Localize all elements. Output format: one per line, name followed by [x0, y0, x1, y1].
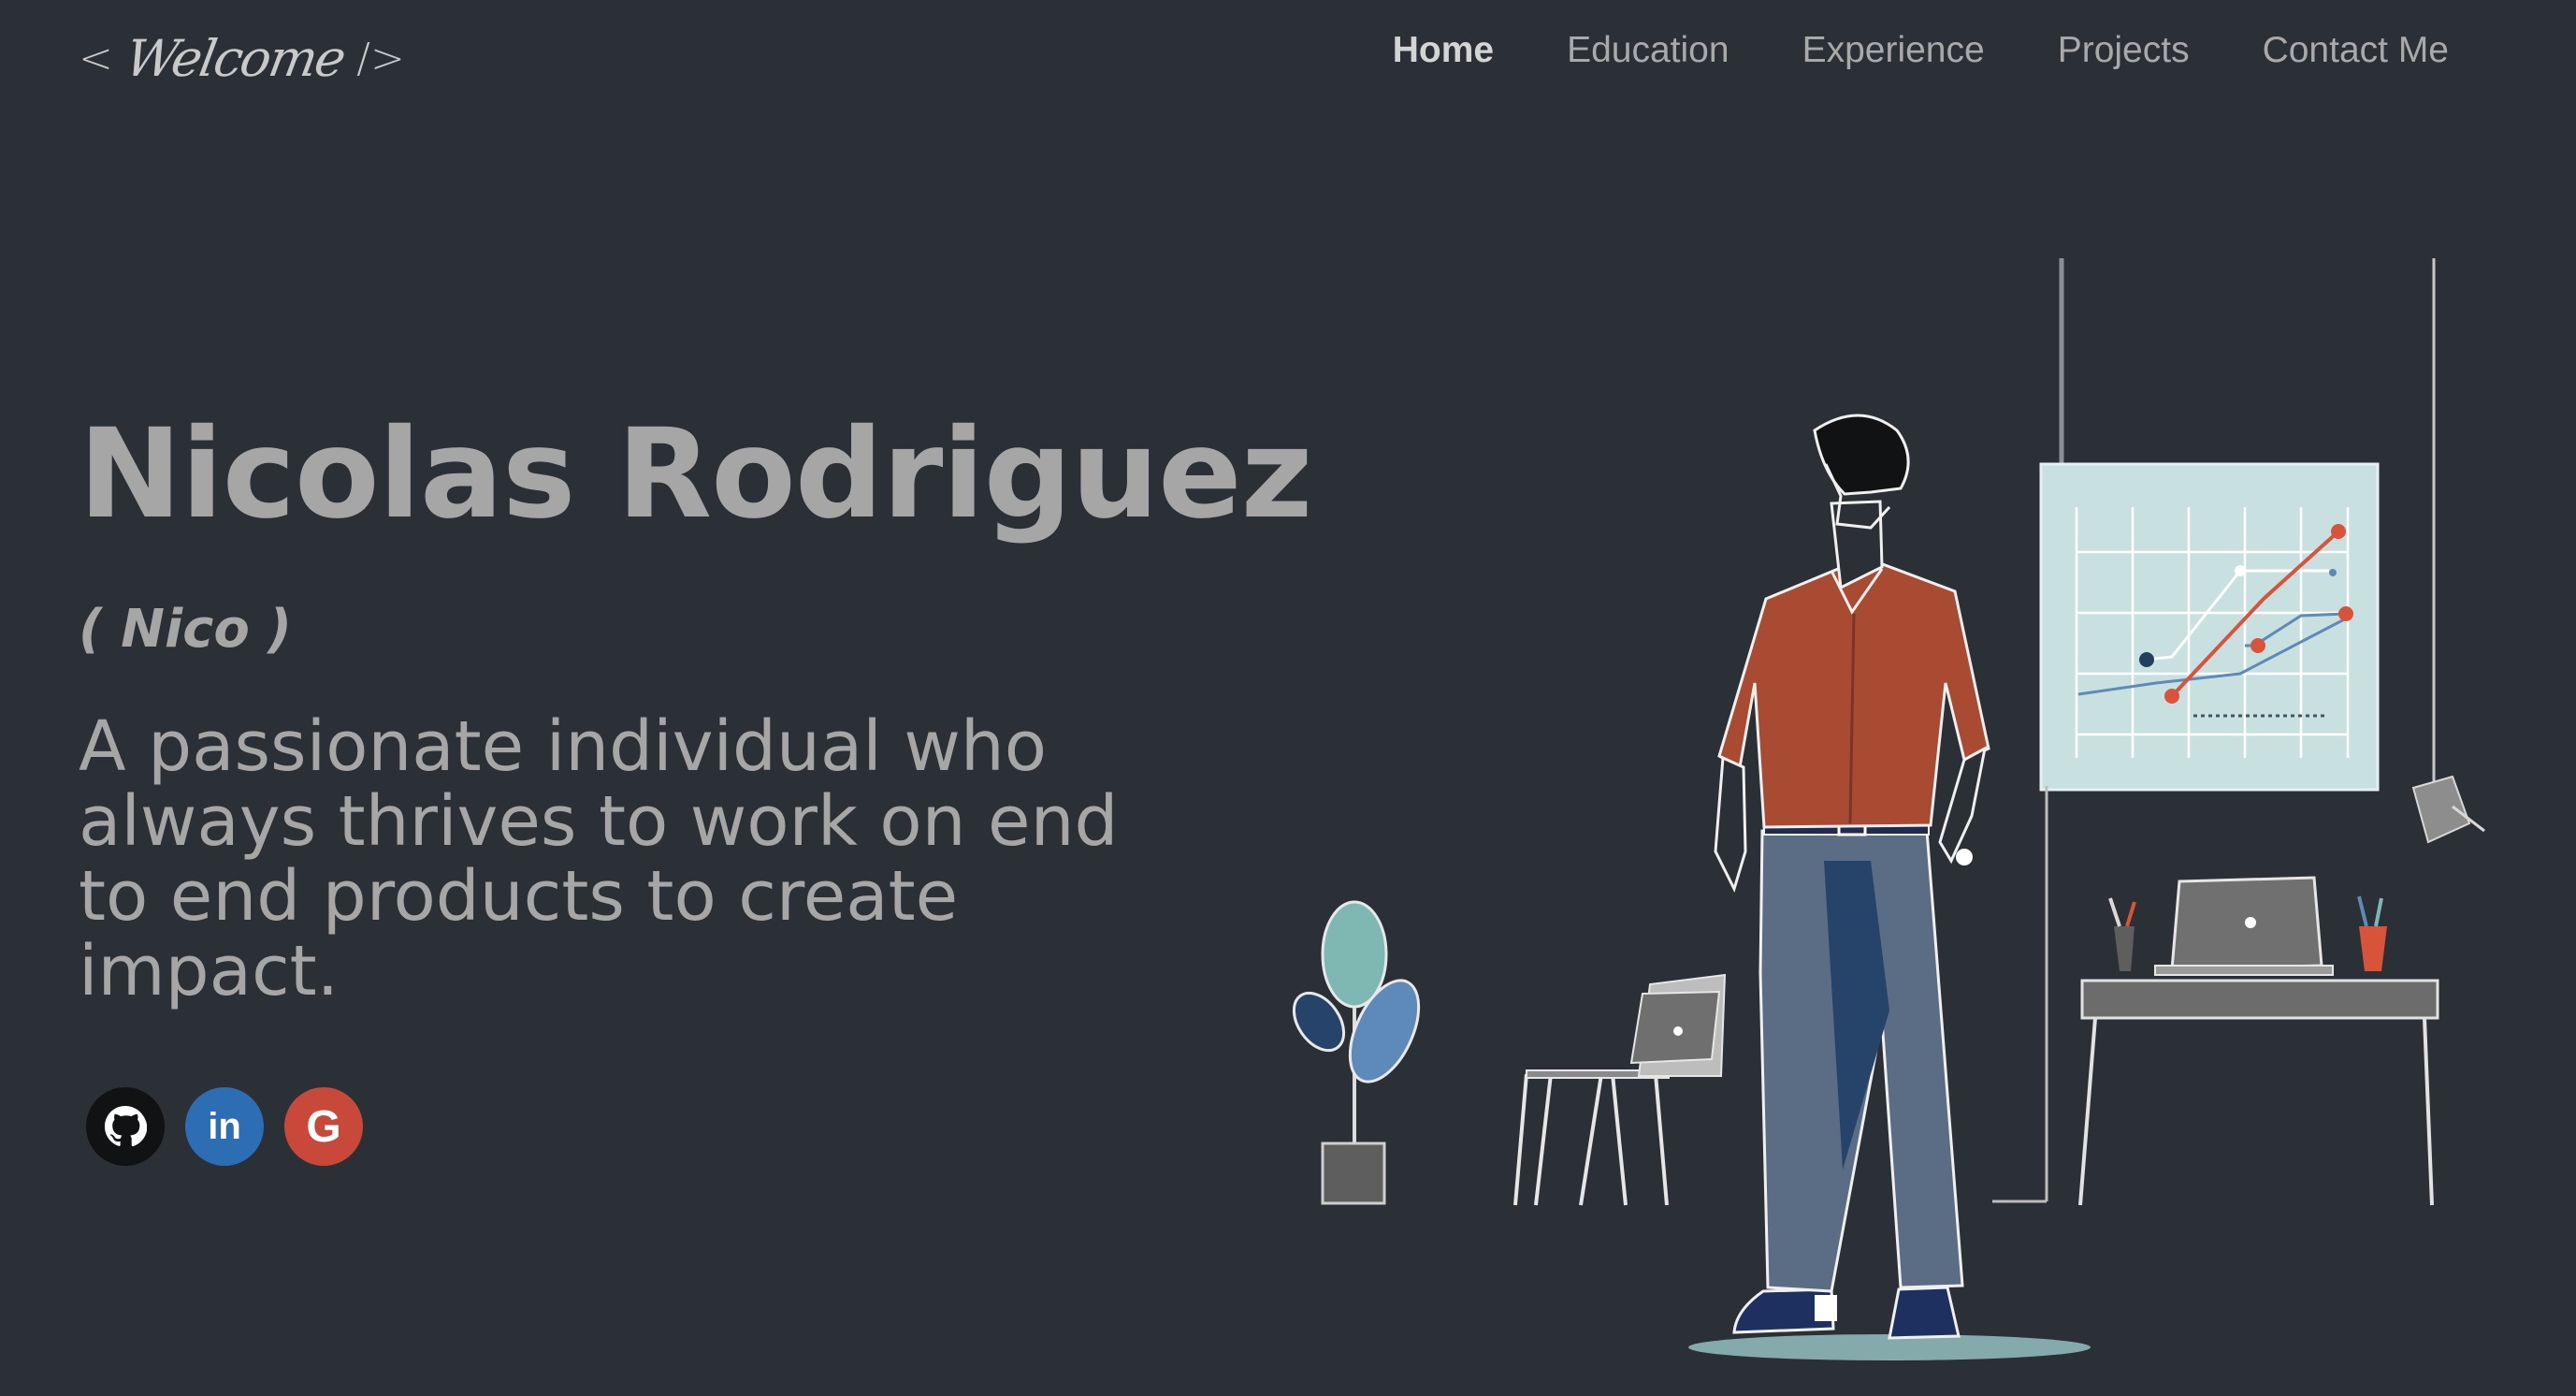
pendant-lamp: [2411, 775, 2485, 844]
github-icon: [104, 1105, 147, 1147]
linkedin-button[interactable]: in: [185, 1087, 264, 1166]
nav-home[interactable]: Home: [1393, 30, 1494, 71]
google-button[interactable]: G: [284, 1087, 363, 1166]
linkedin-icon: in: [208, 1105, 241, 1147]
hero-nickname: ( Nico ): [79, 599, 292, 660]
logo-open-bracket: <: [79, 34, 113, 82]
stool-with-laptop: [1513, 973, 1727, 1206]
hero-tagline: A passionate individual who always thriv…: [79, 706, 1119, 1011]
portfolio-page: < Welcome /> Home Education Experience P…: [0, 0, 2576, 1396]
person-figure: [1688, 414, 2091, 1360]
nav-education[interactable]: Education: [1567, 30, 1729, 71]
github-button[interactable]: [86, 1087, 165, 1166]
hero-name: Nicolas Rodriguez: [79, 402, 1312, 546]
logo-script-text: Welcome: [121, 28, 349, 88]
nav-experience[interactable]: Experience: [1802, 30, 1985, 71]
whiteboard-chart: [2039, 462, 2380, 792]
plant: [1292, 900, 1421, 1205]
social-links: in G: [86, 1087, 363, 1166]
logo-close-bracket: />: [356, 34, 405, 82]
welcome-logo[interactable]: < Welcome />: [79, 21, 405, 95]
google-icon: G: [306, 1101, 341, 1152]
desk: [2078, 876, 2439, 1206]
main-nav: Home Education Experience Projects Conta…: [1393, 30, 2449, 71]
nav-contact-me[interactable]: Contact Me: [2263, 30, 2449, 71]
workspace-illustration: [1292, 258, 2485, 1360]
nav-projects[interactable]: Projects: [2058, 30, 2190, 71]
